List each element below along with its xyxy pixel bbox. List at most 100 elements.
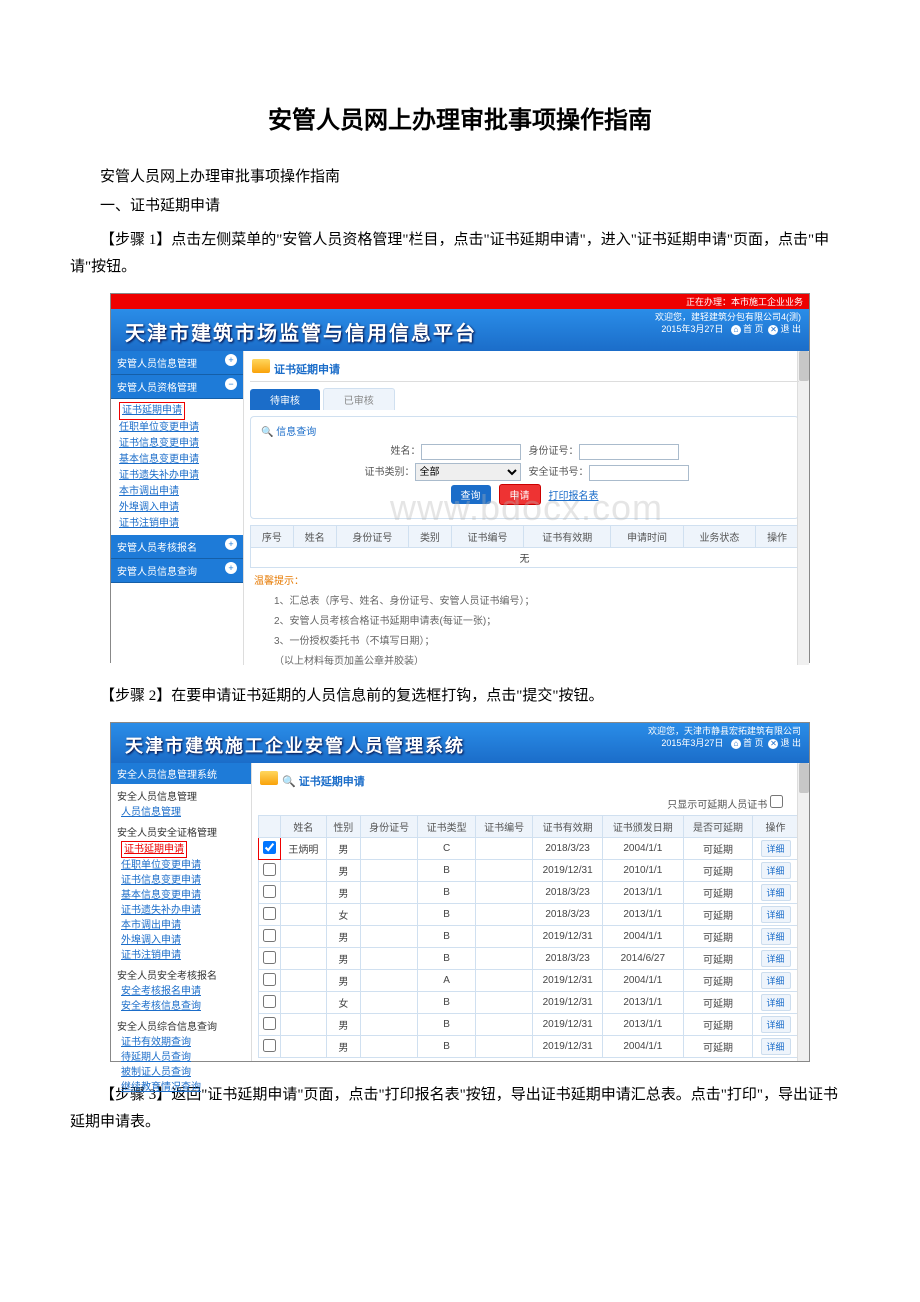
sidebar-item-basic-info-change-2[interactable]: 基本信息变更申请	[121, 888, 251, 903]
sidebar-item-foreign-in[interactable]: 外埠调入申请	[119, 500, 239, 516]
row-checkbox[interactable]	[263, 863, 276, 876]
cell-type: B	[418, 926, 476, 948]
sidebar-2: 安全人员信息管理系统 安全人员信息管理 人员信息管理 安全人员安全证格管理 证书…	[111, 763, 251, 1061]
home-link[interactable]: 首 页	[743, 324, 764, 334]
detail-button[interactable]: 详细	[761, 972, 791, 989]
user-info-block-2: 欢迎您，天津市静县宏拓建筑有限公司 2015年3月27日 ⌂首 页 ✕退 出	[648, 725, 801, 749]
query-button[interactable]: 查询	[451, 485, 491, 504]
detail-button[interactable]: 详细	[761, 906, 791, 923]
row-checkbox[interactable]	[263, 951, 276, 964]
print-form-link[interactable]: 打印报名表	[549, 487, 599, 502]
cell-no	[475, 1014, 533, 1036]
sidebar-item-cert-extend-2[interactable]: 证书延期申请	[121, 841, 187, 858]
sidebar-item-person-info[interactable]: 人员信息管理	[121, 805, 251, 820]
cell-name	[281, 926, 327, 948]
sidebar-item-cert-cancel[interactable]: 证书注销申请	[119, 516, 239, 532]
exit-link[interactable]: 退 出	[780, 324, 801, 334]
sidebar-item-cert-info-change-2[interactable]: 证书信息变更申请	[121, 873, 251, 888]
table-row: 男B2019/12/312010/1/1可延期详细	[259, 860, 799, 882]
detail-button[interactable]: 详细	[761, 884, 791, 901]
row-checkbox[interactable]	[263, 973, 276, 986]
row-checkbox[interactable]	[263, 929, 276, 942]
exit-link-2[interactable]: 退 出	[780, 738, 801, 748]
detail-button[interactable]: 详细	[761, 1038, 791, 1055]
scrollbar-2[interactable]	[797, 763, 809, 1061]
sidebar-group-info-mgmt[interactable]: 安管人员信息管理+	[111, 351, 243, 375]
document-title: 安管人员网上办理审批事项操作指南	[70, 100, 850, 135]
sidebar-item-cert-reissue-2[interactable]: 证书遗失补办申请	[121, 903, 251, 918]
sidebar-item-pending-extend-query[interactable]: 待延期人员查询	[121, 1050, 251, 1065]
row-checkbox[interactable]	[263, 995, 276, 1008]
sidebar-item-local-out[interactable]: 本市调出申请	[119, 484, 239, 500]
select-cert-type[interactable]: 全部	[415, 463, 521, 481]
cell-no	[475, 860, 533, 882]
sidebar-group-exam[interactable]: 安管人员考核报名+	[111, 535, 243, 559]
col-applytime: 申请时间	[611, 526, 683, 548]
detail-button[interactable]: 详细	[761, 928, 791, 945]
sidebar-item-cert-info-change[interactable]: 证书信息变更申请	[119, 436, 239, 452]
cell-no	[475, 926, 533, 948]
sidebar-item-unit-change[interactable]: 任职单位变更申请	[119, 420, 239, 436]
table-row: 男A2019/12/312004/1/1可延期详细	[259, 970, 799, 992]
header-banner-2: 天津市建筑施工企业安管人员管理系统 欢迎您，天津市静县宏拓建筑有限公司 2015…	[111, 723, 809, 763]
row-checkbox[interactable]	[263, 907, 276, 920]
only-extendable-checkbox[interactable]	[770, 795, 783, 808]
sidebar-item-unit-change-2[interactable]: 任职单位变更申请	[121, 858, 251, 873]
cell-ext: 可延期	[683, 926, 752, 948]
sidebar-item-foreign-in-2[interactable]: 外埠调入申请	[121, 933, 251, 948]
collapse-icon: −	[225, 378, 237, 390]
sidebar-item-cert-reissue[interactable]: 证书遗失补办申请	[119, 468, 239, 484]
section-heading-1: 一、证书延期申请	[100, 194, 850, 215]
cell-iss: 2004/1/1	[602, 1036, 683, 1058]
cell-iss: 2013/1/1	[602, 904, 683, 926]
cell-exp: 2018/3/23	[533, 904, 602, 926]
sidebar-cat-info: 安全人员信息管理	[111, 784, 251, 805]
cell-name	[281, 882, 327, 904]
tab-reviewed[interactable]: 已审核	[323, 388, 395, 410]
sidebar-item-certissue-people-query[interactable]: 被制证人员查询	[121, 1065, 251, 1080]
home-icon: ⌂	[731, 325, 741, 335]
cell-type: B	[418, 860, 476, 882]
detail-button[interactable]: 详细	[761, 840, 791, 857]
home-link-2[interactable]: 首 页	[743, 738, 764, 748]
cell-type: B	[418, 882, 476, 904]
col-type: 类别	[409, 526, 452, 548]
detail-button[interactable]: 详细	[761, 862, 791, 879]
scrollbar[interactable]	[797, 351, 809, 665]
row-checkbox[interactable]	[263, 885, 276, 898]
tip-3b: （以上材料每页加盖公章并胶装）	[274, 652, 799, 665]
cell-sex: 男	[326, 882, 360, 904]
sidebar-item-basic-info-change[interactable]: 基本信息变更申请	[119, 452, 239, 468]
sidebar-item-cert-cancel-2[interactable]: 证书注销申请	[121, 948, 251, 963]
sidebar-item-valid-query[interactable]: 证书有效期查询	[121, 1035, 251, 1050]
input-idno[interactable]	[579, 444, 679, 460]
col2-sex: 性别	[326, 816, 360, 838]
row-checkbox[interactable]	[263, 1039, 276, 1052]
cell-ext: 可延期	[683, 860, 752, 882]
cell-ext: 可延期	[683, 882, 752, 904]
row-checkbox[interactable]	[263, 1017, 276, 1030]
tab-pending[interactable]: 待审核	[250, 389, 320, 410]
cell-id	[360, 926, 418, 948]
sidebar-item-exam-apply[interactable]: 安全考核报名申请	[121, 984, 251, 999]
input-cert-no[interactable]	[589, 465, 689, 481]
sidebar-group-info-query[interactable]: 安管人员信息查询+	[111, 559, 243, 583]
cell-no	[475, 1036, 533, 1058]
user-info-block: 欢迎您，建轻建筑分包有限公司4(测) 2015年3月27日 ⌂首 页 ✕退 出	[655, 311, 801, 335]
sidebar-item-local-out-2[interactable]: 本市调出申请	[121, 918, 251, 933]
sidebar-group-qual-mgmt[interactable]: 安管人员资格管理−	[111, 375, 243, 399]
detail-button[interactable]: 详细	[761, 994, 791, 1011]
sidebar-item-continue-edu-query[interactable]: 继续教育情况查询	[121, 1080, 251, 1095]
no-data-cell: 无	[251, 548, 799, 568]
detail-button[interactable]: 详细	[761, 1016, 791, 1033]
cell-name	[281, 970, 327, 992]
cell-iss: 2014/6/27	[602, 948, 683, 970]
cell-exp: 2019/12/31	[533, 1036, 602, 1058]
cell-sex: 男	[326, 948, 360, 970]
detail-button[interactable]: 详细	[761, 950, 791, 967]
sidebar-item-cert-extend[interactable]: 证书延期申请	[119, 402, 185, 420]
sidebar-item-exam-query[interactable]: 安全考核信息查询	[121, 999, 251, 1014]
apply-button[interactable]: 申请	[499, 484, 541, 505]
row-checkbox[interactable]	[263, 841, 276, 854]
input-name[interactable]	[421, 444, 521, 460]
